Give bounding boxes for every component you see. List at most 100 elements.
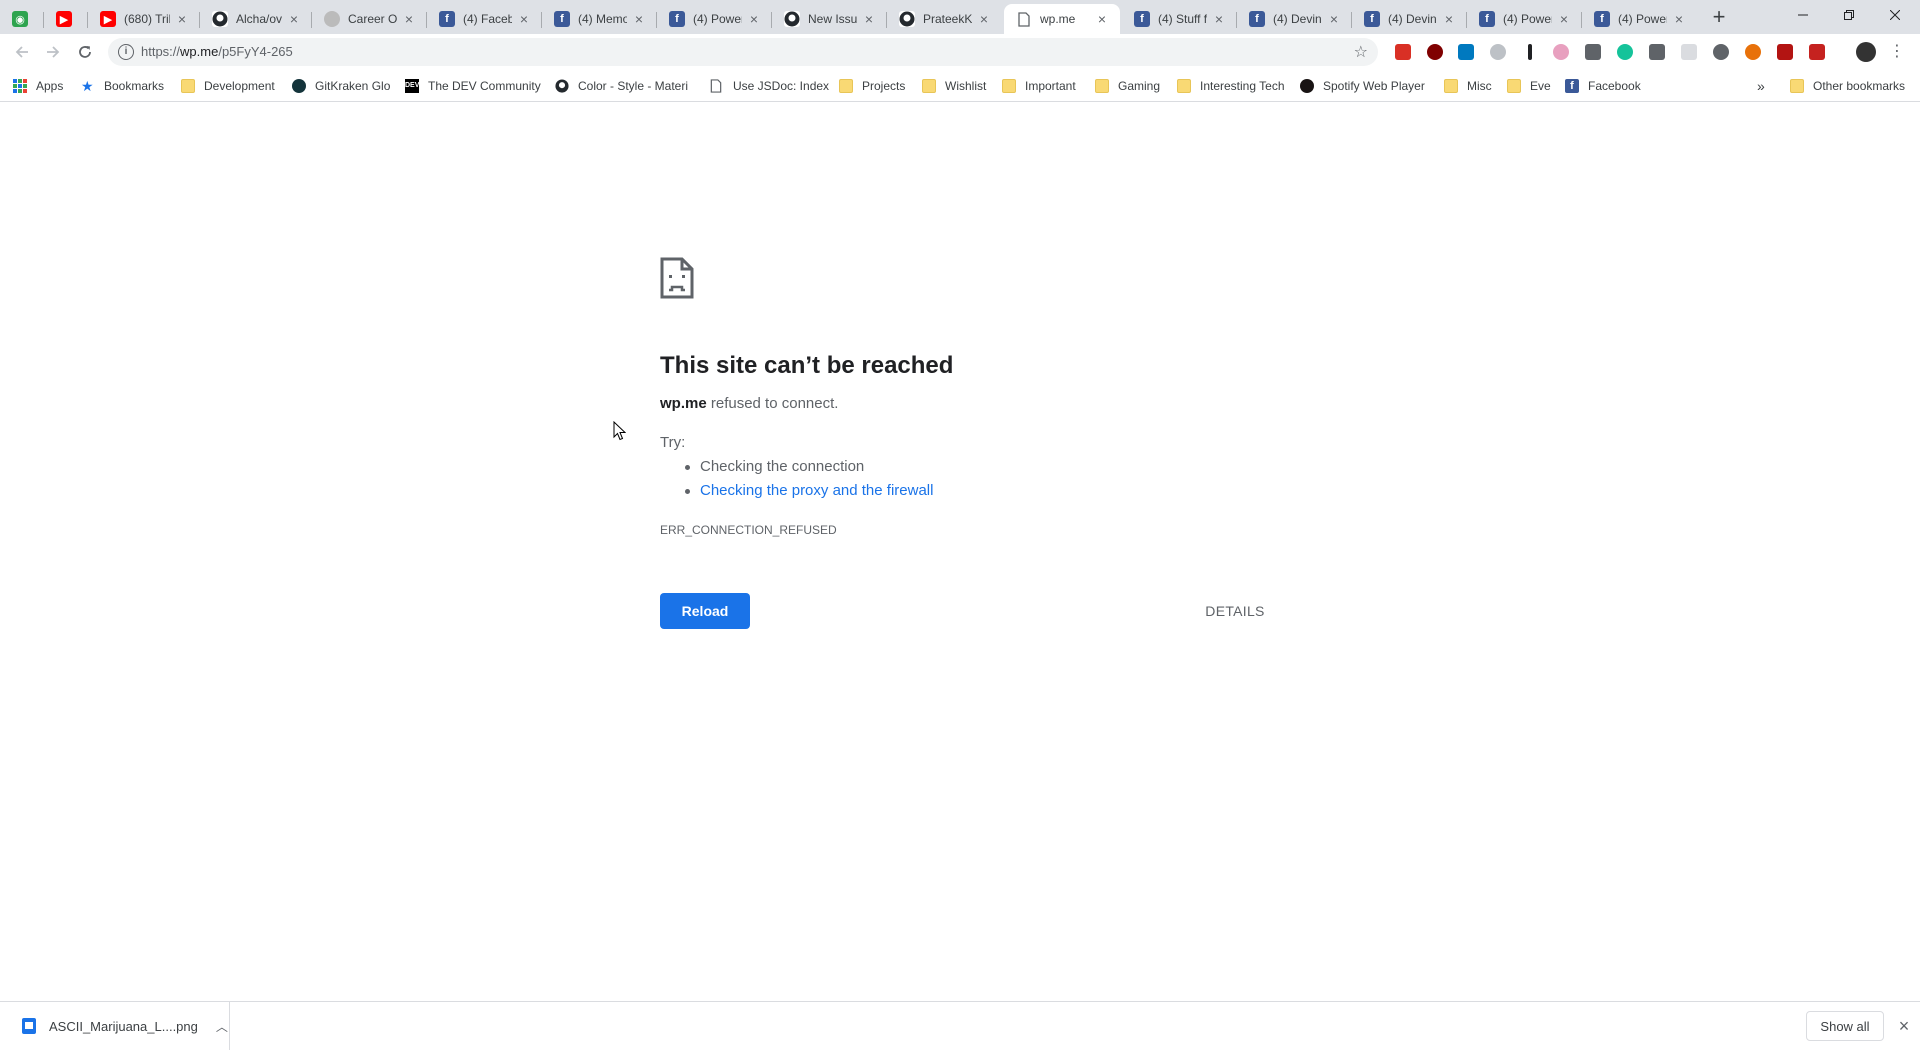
bookmark-important[interactable]: Important [1002,77,1076,95]
bookmark-dev-community[interactable]: DEV The DEV Community [405,77,541,95]
bookmark-misc[interactable]: Misc [1444,77,1492,95]
extension-icon[interactable] [1777,44,1793,60]
close-window-button[interactable] [1872,0,1918,30]
details-button[interactable]: DETAILS [1190,593,1280,629]
reload-toolbar-button[interactable] [73,40,97,64]
arrow-left-icon [15,46,28,58]
show-all-button[interactable]: Show all [1806,1011,1884,1041]
bookmark-label: Use JSDoc: Index [733,79,830,93]
close-icon[interactable]: × [174,11,190,27]
cloud-icon[interactable] [1490,44,1506,60]
bookmark-development[interactable]: Development [181,77,275,95]
bookmark-wishlist[interactable]: Wishlist [922,77,986,95]
arrow-right-icon [47,46,60,58]
close-icon[interactable]: × [1326,11,1342,27]
tab-14[interactable]: f (4) Power × [1467,4,1582,34]
cursor-text-icon[interactable] [1528,44,1532,60]
tab-8[interactable]: New Issu × [772,4,887,34]
proxy-firewall-link[interactable]: Checking the proxy and the firewall [700,482,933,499]
info-icon[interactable]: i [118,44,134,60]
tab-12[interactable]: f (4) Devin × [1237,4,1352,34]
back-button[interactable] [10,40,34,64]
avatar[interactable] [1856,42,1876,62]
close-icon[interactable]: × [746,11,762,27]
tab-13[interactable]: f (4) Devin × [1352,4,1467,34]
tab-title: (4) Stuff f [1158,12,1207,26]
tab-6[interactable]: f (4) Memo × [542,4,657,34]
toolbar: i https://wp.me/p5FyY4-265 ☆ ⋮ [0,34,1920,70]
download-item[interactable]: ASCII_Marijuana_L....png ︿ [0,1002,230,1050]
career-icon [324,11,340,27]
bookmark-apps[interactable]: Apps [13,77,63,95]
forward-button[interactable] [41,40,65,64]
bookmark-gaming[interactable]: Gaming [1095,77,1160,95]
bookmark-spotify[interactable]: Spotify Web Player [1300,77,1425,95]
tab-15[interactable]: f (4) Power × [1582,4,1697,34]
bookmark-jsdoc[interactable]: Use JSDoc: Index [710,77,829,95]
close-icon[interactable]: × [1441,11,1457,27]
bookmark-facebook[interactable]: f Facebook [1565,77,1641,95]
tab-1[interactable]: ▶ [44,4,88,34]
bookmark-label: Color - Style - Materi [578,79,689,93]
tab-0[interactable]: ◉ [0,4,44,34]
restore-button[interactable] [1826,0,1872,30]
extension-icon[interactable] [1681,44,1697,60]
extension-icon[interactable] [1745,44,1761,60]
tab-11[interactable]: f (4) Stuff f × [1122,4,1237,34]
close-icon[interactable]: × [1556,11,1572,27]
tab-2[interactable]: ▶ (680) Trib × [88,4,200,34]
folder-icon [1177,79,1191,93]
tab-title: (4) Faceb [463,12,512,26]
reload-button[interactable]: Reload [660,593,750,629]
tab-5[interactable]: f (4) Faceb × [427,4,542,34]
bookmark-eve[interactable]: Eve [1507,77,1551,95]
chevron-up-icon[interactable]: ︿ [216,1018,228,1035]
facebook-icon: f [439,11,455,27]
minimize-button[interactable] [1780,0,1826,30]
youtube-icon: ▶ [100,11,116,27]
extension-icon[interactable] [1585,44,1601,60]
tab-active[interactable]: wp.me × [1004,4,1120,34]
image-file-icon [22,1018,36,1034]
bookmarks-overflow-chevron[interactable]: » [1757,77,1765,95]
github-icon [212,11,228,27]
close-icon[interactable]: × [1671,11,1687,27]
github-icon [899,11,915,27]
close-icon[interactable]: × [1211,11,1227,27]
extension-icon[interactable] [1809,44,1825,60]
close-icon[interactable]: × [286,11,302,27]
grammarly-icon[interactable] [1617,44,1633,60]
tab-4[interactable]: Career Ou × [312,4,427,34]
extension-icon[interactable] [1553,44,1569,60]
close-icon[interactable]: × [976,11,992,27]
tab-3[interactable]: Alcha/ove × [200,4,312,34]
close-icon[interactable]: × [861,11,877,27]
extension-icon[interactable] [1395,44,1411,60]
address-bar[interactable]: i https://wp.me/p5FyY4-265 ☆ [108,38,1378,66]
extension-icon[interactable] [1649,44,1665,60]
bookmark-interesting-tech[interactable]: Interesting Tech [1177,77,1285,95]
close-icon[interactable]: × [516,11,532,27]
extension-icon[interactable] [1713,44,1729,60]
bookmark-label: Important [1025,79,1076,93]
page-icon [1016,11,1032,27]
bookmark-other[interactable]: Other bookmarks [1790,77,1905,95]
menu-icon[interactable]: ⋮ [1887,40,1907,64]
close-icon[interactable]: × [1094,11,1110,27]
bookmark-bookmarks[interactable]: ★ Bookmarks [81,77,164,95]
bookmark-star-icon[interactable]: ☆ [1354,42,1368,62]
bookmark-gitkraken[interactable]: GitKraken Glo [292,77,390,95]
bookmark-projects[interactable]: Projects [839,77,905,95]
tab-7[interactable]: f (4) Power × [657,4,772,34]
suggestion-check-connection: Checking the connection [660,457,933,481]
facebook-icon: f [554,11,570,27]
close-icon[interactable]: × [401,11,417,27]
bookmark-color-style[interactable]: Color - Style - Materi [555,77,688,95]
ublock-icon[interactable] [1427,44,1443,60]
trello-icon[interactable] [1458,44,1474,60]
tab-9[interactable]: PrateekK × [887,4,1002,34]
suggestion-check-proxy-link[interactable]: Checking the proxy and the firewall [660,481,933,505]
close-icon[interactable]: × [1894,1016,1914,1036]
new-tab-button[interactable]: + [1707,6,1731,30]
close-icon[interactable]: × [631,11,647,27]
